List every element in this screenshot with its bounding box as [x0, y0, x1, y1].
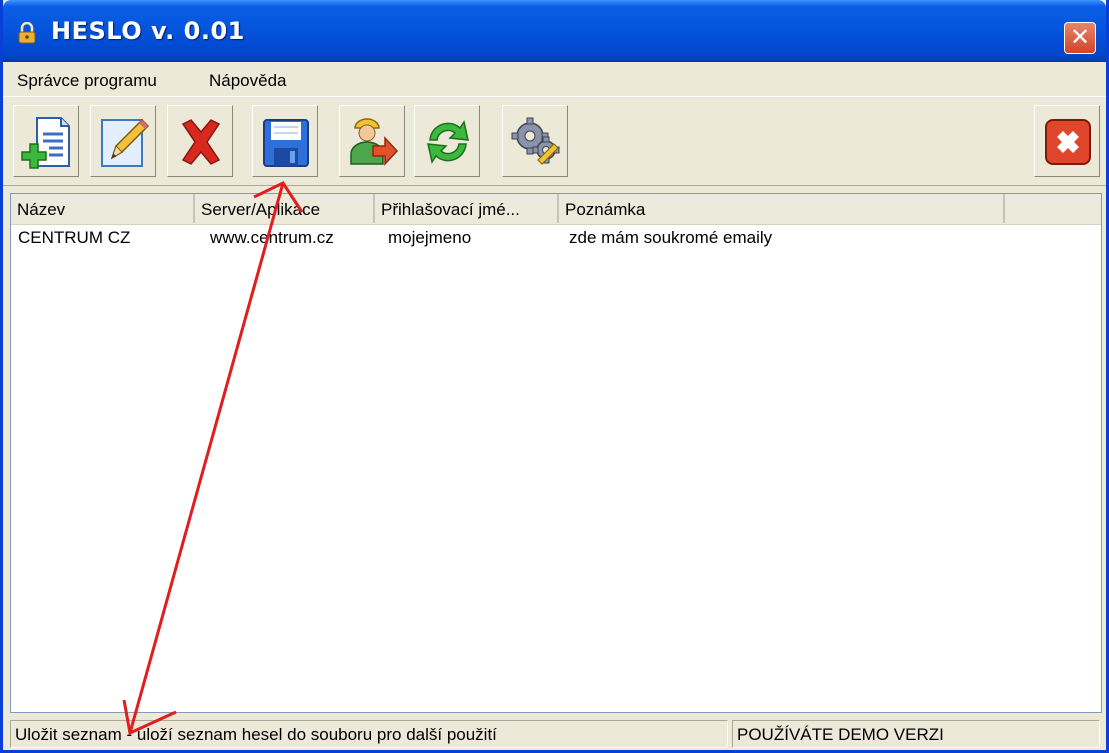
- title-bar[interactable]: HESLO v. 0.01 ✕: [3, 0, 1106, 62]
- status-bar: Uložit seznam - uloží seznam hesel do so…: [10, 718, 1102, 750]
- delete-entry-button[interactable]: [167, 105, 233, 177]
- column-header-nazev[interactable]: Název: [11, 194, 195, 223]
- toolbar: [3, 96, 1106, 186]
- app-window: HESLO v. 0.01 ✕ Správce programu Nápověd…: [0, 0, 1109, 753]
- cell-server: www.centrum.cz: [210, 228, 334, 247]
- menu-spravce-programu[interactable]: Správce programu: [17, 71, 157, 91]
- save-list-button[interactable]: [252, 105, 318, 177]
- cell-login: mojejmeno: [388, 228, 472, 247]
- save-floppy-icon: [263, 119, 309, 167]
- column-header-login[interactable]: Přihlašovací jmé...: [375, 194, 559, 223]
- table-row[interactable]: CENTRUM CZ www.centrum.cz mojejmeno zde …: [11, 228, 1101, 254]
- menu-napoveda[interactable]: Nápověda: [209, 71, 287, 91]
- column-header-poznamka[interactable]: Poznámka: [559, 194, 1005, 223]
- window-title: HESLO v. 0.01: [51, 17, 245, 45]
- padlock-icon: [18, 22, 36, 44]
- exit-app-button[interactable]: [1034, 105, 1100, 177]
- list-header: Název Server/Aplikace Přihlašovací jmé..…: [11, 194, 1101, 225]
- column-header-server[interactable]: Server/Aplikace: [195, 194, 375, 223]
- status-demo-version: POUŽÍVÁTE DEMO VERZI: [732, 720, 1100, 748]
- add-entry-button[interactable]: [13, 105, 79, 177]
- user-export-button[interactable]: [339, 105, 405, 177]
- user-export-icon: [350, 118, 399, 166]
- password-list[interactable]: Název Server/Aplikace Přihlašovací jmé..…: [10, 193, 1102, 713]
- cell-nazev: CENTRUM CZ: [18, 228, 131, 247]
- add-document-icon: [21, 117, 70, 169]
- settings-button[interactable]: [502, 105, 568, 177]
- status-hint: Uložit seznam - uloží seznam hesel do so…: [10, 720, 728, 748]
- settings-gears-icon: [511, 117, 560, 165]
- window-close-button[interactable]: ✕: [1064, 22, 1096, 54]
- delete-x-icon: [181, 119, 221, 165]
- refresh-arrows-icon: [427, 120, 469, 164]
- exit-close-icon: [1045, 119, 1091, 165]
- refresh-button[interactable]: [414, 105, 480, 177]
- cell-poznamka: zde mám soukromé emaily: [569, 228, 773, 247]
- edit-pencil-icon: [101, 118, 150, 167]
- edit-entry-button[interactable]: [90, 105, 156, 177]
- menu-bar: Správce programu Nápověda: [3, 62, 1106, 96]
